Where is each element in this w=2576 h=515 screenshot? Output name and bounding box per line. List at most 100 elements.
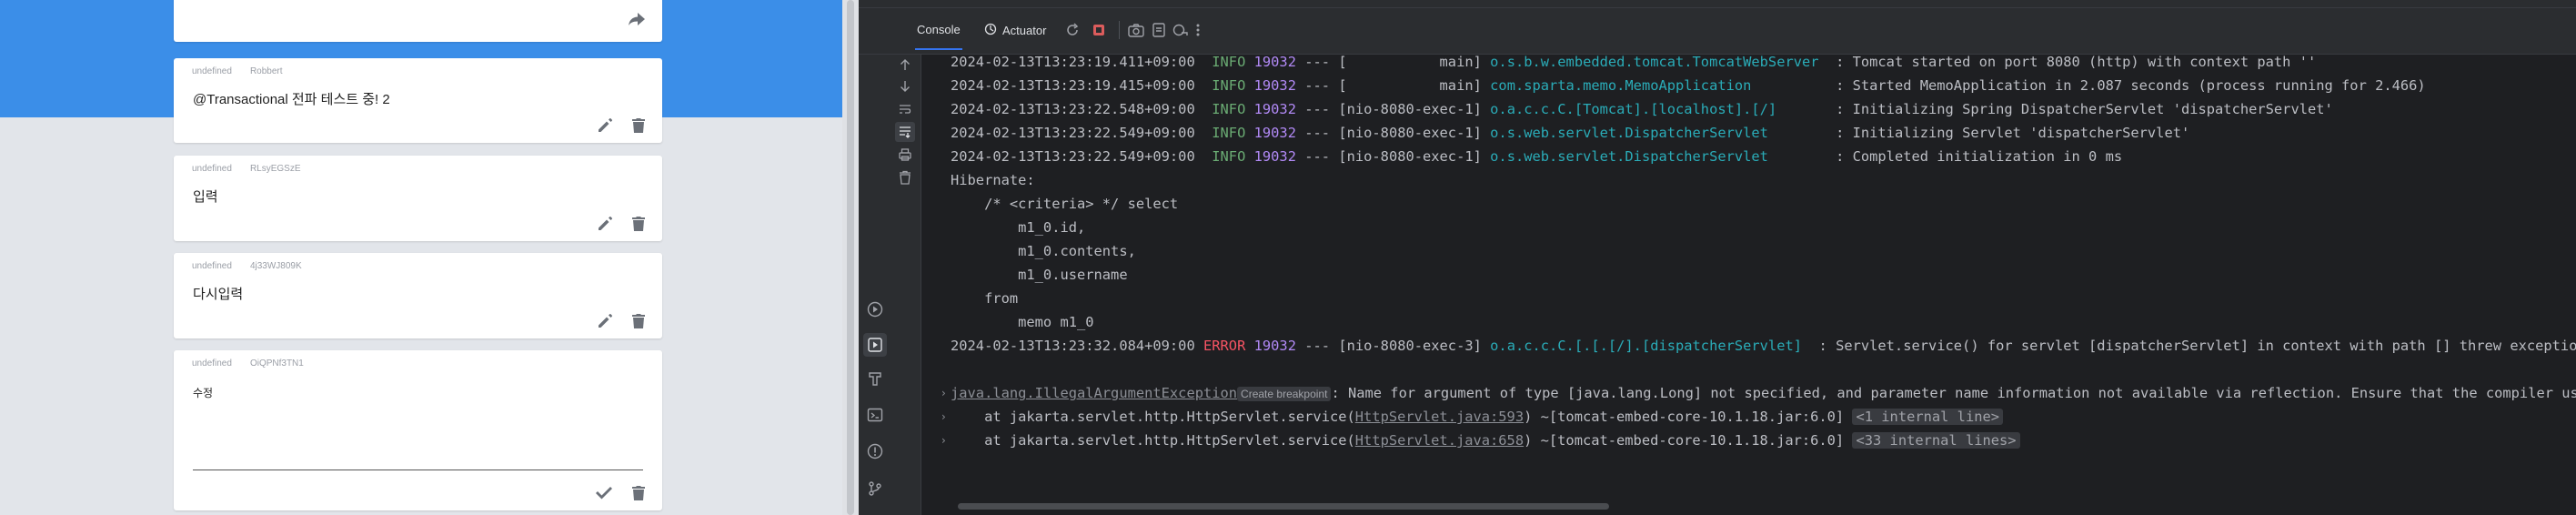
browser-scrollbar[interactable] bbox=[842, 0, 859, 515]
memo-content: 입력 bbox=[193, 189, 218, 205]
memo-username: undefined bbox=[192, 164, 232, 174]
title-strip bbox=[859, 0, 2576, 8]
log-line: 2024-02-13T13:23:22.549+09:00 INFO 19032… bbox=[951, 122, 2189, 144]
log-thread: [ main] bbox=[1338, 77, 1482, 94]
toolbar-separator bbox=[1119, 21, 1121, 44]
more-icon[interactable] bbox=[1195, 23, 1201, 42]
log-thread: [nio-8080-exec-1] bbox=[1338, 125, 1482, 141]
log-thread: [nio-8080-exec-1] bbox=[1338, 101, 1482, 117]
scroll-to-end-icon[interactable] bbox=[895, 122, 915, 142]
log-pid: 19032 bbox=[1253, 77, 1296, 94]
log-level-error: ERROR bbox=[1203, 338, 1246, 354]
log-logger: o.a.c.c.C.[Tomcat].[localhost].[/] bbox=[1490, 101, 1777, 117]
sql-line: m1_0.username bbox=[951, 267, 1128, 283]
memo-id: RLsyEGSzE bbox=[249, 164, 301, 174]
error-log-line: 2024-02-13T13:23:32.084+09:00 ERROR 1903… bbox=[951, 335, 2576, 357]
actuator-icon bbox=[984, 23, 997, 38]
stack-prefix: at jakarta.servlet.http.HttpServlet.serv… bbox=[951, 432, 1355, 449]
check-icon[interactable] bbox=[595, 486, 613, 500]
internal-lines-toggle[interactable]: <1 internal line> bbox=[1852, 409, 2004, 425]
run-icon[interactable] bbox=[867, 301, 883, 322]
log-message: : Started MemoApplication in 2.087 secon… bbox=[1836, 77, 2426, 94]
fold-chevron-icon[interactable]: › bbox=[941, 406, 946, 428]
log-message: : Completed initialization in 0 ms bbox=[1836, 148, 2123, 165]
memo-id: Robbert bbox=[249, 66, 283, 76]
pencil-icon[interactable] bbox=[597, 313, 613, 329]
memo-card: undefined Robbert @Transactional 전파 테스트 중… bbox=[174, 58, 662, 143]
arrow-up-icon[interactable] bbox=[898, 57, 912, 76]
tab-actuator-label: Actuator bbox=[1002, 24, 1047, 37]
log-sep: --- bbox=[1304, 77, 1331, 94]
memo-edit-textarea[interactable]: 수정 bbox=[193, 385, 213, 400]
log-line: 2024-02-13T13:23:22.548+09:00 INFO 19032… bbox=[951, 98, 2333, 120]
ide-run-window: Console Actuator 2024-02-13T13:23:19.411… bbox=[859, 0, 2576, 515]
trash-icon[interactable] bbox=[631, 216, 646, 232]
print-icon[interactable] bbox=[898, 147, 912, 167]
console-gutter bbox=[890, 55, 921, 515]
scrollbar-thumb[interactable] bbox=[847, 0, 854, 515]
fold-chevron-icon[interactable]: › bbox=[941, 382, 946, 404]
link-icon[interactable] bbox=[1172, 23, 1189, 42]
memo-username: undefined bbox=[192, 261, 232, 271]
stack-source-link[interactable]: HttpServlet.java:593 bbox=[1355, 409, 1524, 425]
exception-class-link[interactable]: java.lang.IllegalArgumentException bbox=[951, 385, 1237, 401]
log-thread: [nio-8080-exec-3] bbox=[1338, 338, 1482, 354]
exception-message: : Name for argument of type [java.lang.L… bbox=[1331, 385, 2576, 401]
memo-content: 다시입력 bbox=[193, 287, 244, 302]
memo-card: undefined 4j33WJ809K 다시입력 bbox=[174, 253, 662, 338]
tab-actuator[interactable]: Actuator bbox=[984, 23, 1046, 38]
sql-line: Hibernate: bbox=[951, 172, 1035, 188]
memo-id: OiQPNf3TN1 bbox=[249, 358, 304, 369]
internal-lines-toggle[interactable]: <33 internal lines> bbox=[1852, 432, 2020, 449]
trash-icon[interactable] bbox=[631, 117, 646, 134]
log-level: INFO bbox=[1212, 125, 1246, 141]
stack-source-link[interactable]: HttpServlet.java:658 bbox=[1355, 432, 1524, 449]
memo-username: undefined bbox=[192, 358, 232, 369]
create-breakpoint-button[interactable]: Create breakpoint bbox=[1237, 387, 1332, 401]
log-pid: 19032 bbox=[1253, 125, 1296, 141]
memo-content: @Transactional 전파 테스트 중! 2 bbox=[193, 92, 390, 107]
exception-line: › java.lang.IllegalArgumentException Creat… bbox=[941, 382, 2576, 404]
run-toolbar: Console Actuator bbox=[859, 8, 2576, 55]
log-logger: com.sparta.memo.MemoApplication bbox=[1490, 77, 1752, 94]
log-time: 2024-02-13T13:23:32.084+09:00 bbox=[951, 338, 1195, 354]
camera-icon[interactable] bbox=[1128, 23, 1144, 42]
rerun-icon[interactable] bbox=[1065, 23, 1080, 42]
share-icon[interactable] bbox=[628, 12, 646, 31]
horizontal-scrollbar[interactable] bbox=[958, 503, 1609, 510]
log-pid: 19032 bbox=[1253, 101, 1296, 117]
log-logger: o.s.b.w.embedded.tomcat.TomcatWebServer bbox=[1490, 54, 1819, 70]
log-pid: 19032 bbox=[1253, 338, 1296, 354]
stack-suffix: ) ~[tomcat-embed-core-10.1.18.jar:6.0] bbox=[1524, 409, 1845, 425]
fold-chevron-icon[interactable]: › bbox=[941, 429, 946, 451]
log-sep: --- bbox=[1304, 338, 1331, 354]
stop-icon[interactable] bbox=[1092, 23, 1106, 42]
arrow-down-icon[interactable] bbox=[898, 79, 912, 98]
build-icon[interactable] bbox=[867, 370, 883, 391]
export-icon[interactable] bbox=[1152, 23, 1165, 42]
trash-icon[interactable] bbox=[631, 313, 646, 329]
memo-id: 4j33WJ809K bbox=[249, 261, 302, 271]
tab-console[interactable]: Console bbox=[915, 23, 962, 50]
log-sep: --- bbox=[1304, 54, 1331, 70]
soft-wrap-icon[interactable] bbox=[898, 102, 912, 121]
git-icon[interactable] bbox=[867, 480, 883, 501]
problems-icon[interactable] bbox=[867, 443, 883, 464]
log-time: 2024-02-13T13:23:22.549+09:00 bbox=[951, 148, 1195, 165]
debug-icon[interactable] bbox=[863, 333, 887, 357]
memo-card: undefined RLsyEGSzE 입력 bbox=[174, 156, 662, 241]
memo-card bbox=[174, 0, 662, 42]
terminal-icon[interactable] bbox=[867, 407, 883, 428]
log-thread: [nio-8080-exec-1] bbox=[1338, 148, 1482, 165]
sql-line: m1_0.id, bbox=[951, 219, 1086, 236]
pencil-icon[interactable] bbox=[597, 216, 613, 232]
log-line: 2024-02-13T13:23:19.411+09:00 INFO 19032… bbox=[951, 51, 2316, 73]
stack-prefix: at jakarta.servlet.http.HttpServlet.serv… bbox=[951, 409, 1355, 425]
trash-icon[interactable] bbox=[631, 485, 646, 501]
log-message: : Servlet.service() for servlet [dispatc… bbox=[1802, 338, 2576, 354]
pencil-icon[interactable] bbox=[597, 117, 613, 134]
log-message: : Initializing Servlet 'dispatcherServle… bbox=[1836, 125, 2190, 141]
tool-window-sidebar bbox=[859, 55, 890, 515]
sql-line: memo m1_0 bbox=[951, 314, 1094, 330]
trash-icon[interactable] bbox=[898, 170, 912, 189]
